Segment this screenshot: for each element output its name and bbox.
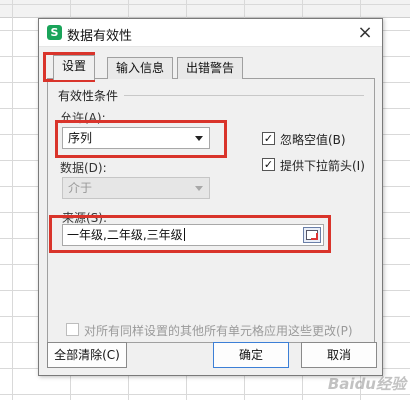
close-icon[interactable]: × [354, 22, 376, 44]
data-label: 数据(D): [60, 161, 107, 175]
dialog-titlebar[interactable]: S 数据有效性 × [39, 19, 382, 47]
tab-settings[interactable]: 设置 [53, 55, 96, 80]
data-select-value: 介于 [68, 181, 93, 195]
data-validation-dialog: S 数据有效性 × 设置 输入信息 出错警告 有效性条件 允许(A): 序列 ✓… [38, 18, 383, 376]
settings-panel: 有效性条件 允许(A): 序列 ✓ 忽略空值(B) ✓ 提供下拉箭头(I) 数据… [47, 79, 375, 343]
ignore-blank-checkbox[interactable]: ✓ [262, 132, 275, 145]
highlight-source-input [49, 215, 331, 253]
dropdown-arrow-checkbox[interactable]: ✓ [262, 158, 275, 171]
validation-criteria-title: 有效性条件 [58, 89, 119, 103]
wps-app-icon: S [47, 25, 62, 40]
apply-all-label: 对所有同样设置的其他所有单元格应用这些更改(P) [84, 324, 353, 338]
data-select: 介于 [62, 177, 210, 199]
tab-error-alert[interactable]: 出错警告 [177, 57, 244, 79]
tab-input-message[interactable]: 输入信息 [107, 57, 174, 79]
apply-all-checkbox [66, 323, 79, 336]
dropdown-arrow-label: 提供下拉箭头(I) [280, 159, 365, 173]
dialog-title: 数据有效性 [67, 29, 133, 44]
clear-all-button[interactable]: 全部清除(C) [47, 342, 127, 368]
ignore-blank-label: 忽略空值(B) [280, 133, 346, 147]
group-divider [124, 95, 364, 96]
baidu-watermark: Baidu经验 [327, 375, 406, 393]
cancel-button[interactable]: 取消 [301, 342, 377, 368]
ok-button[interactable]: 确定 [213, 342, 289, 368]
tab-bar: 设置 输入信息 出错警告 [47, 55, 375, 80]
chevron-down-icon [195, 186, 203, 191]
highlight-allow-select [55, 120, 227, 158]
